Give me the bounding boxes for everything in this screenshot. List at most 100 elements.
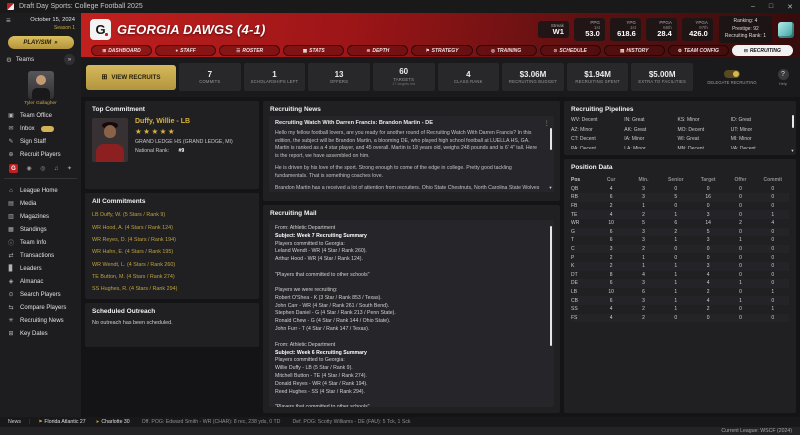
senior-cell: 1 <box>660 272 692 278</box>
maximize-button[interactable]: □ <box>769 3 773 11</box>
commitment-item[interactable]: SS Hughes, R. (4 Stars / Rank 294) <box>85 283 259 295</box>
nav-tab[interactable]: ◎ TRAINING <box>476 45 537 56</box>
minimize-button[interactable]: – <box>751 3 755 11</box>
ticker-item[interactable]: Off. POG: Edward Smith - WR (CHAR): 8 re… <box>140 419 281 425</box>
help-button[interactable]: ? Help <box>771 69 795 86</box>
sidebar-item[interactable]: ▊ Leaders <box>4 262 77 275</box>
coach-name: Tyler Gallagher <box>4 101 77 106</box>
mail-scrollbar[interactable] <box>550 226 552 346</box>
sidebar-item[interactable]: ✉ Inbox <box>4 122 77 135</box>
scheduled-outreach-title: Scheduled Outreach <box>85 303 259 318</box>
play-sim-button[interactable]: PLAY/SIM » <box>8 36 74 49</box>
nav-tab[interactable]: ▤ HISTORY <box>604 45 665 56</box>
help-icon: ? <box>778 69 789 80</box>
stat-cards: 7 COMMITS 1 SCHOLARSHIPS LEFT 13 OFFERS <box>179 63 693 91</box>
sidebar-item[interactable]: ⇆ Compare Players <box>4 301 77 314</box>
sidebar-item[interactable]: ▤ Media <box>4 197 77 210</box>
stat-card-value: 1 <box>272 70 276 80</box>
min-cell: 2 <box>627 315 659 321</box>
recruit-name[interactable]: Duffy, Willie - LB <box>135 118 233 125</box>
view-recruits-button[interactable]: ⊞ VIEW RECRUITS <box>86 65 176 90</box>
commitment-item[interactable]: TE Button, M. (4 Stars / Rank 274) <box>85 271 259 283</box>
scroll-down-icon[interactable]: ▼ <box>791 148 795 153</box>
sidebar-item[interactable]: ⌂ League Home <box>4 184 77 197</box>
offer-cell: 0 <box>724 212 756 218</box>
min-cell: 3 <box>627 298 659 304</box>
sidebar-item[interactable]: ▦ Standings <box>4 223 77 236</box>
commitment-item[interactable]: WR Hahn, E. (4 Stars / Rank 195) <box>85 246 259 258</box>
sidebar-item[interactable]: ⊙ Search Players <box>4 288 77 301</box>
nav-tab[interactable]: ▦ STATS <box>283 45 344 56</box>
nav-tab[interactable]: ⊞ DASHBOARD <box>91 45 152 56</box>
commitment-item[interactable]: LB Duffy, W. (5 Stars / Rank 9) <box>85 209 259 221</box>
ticker-item[interactable]: ➤ Charlotte 30 <box>96 419 130 425</box>
delegate-recruiting-toggle[interactable]: DELEGATE RECRUITING <box>696 70 768 85</box>
stat-card-label: SCHOLARSHIPS LEFT <box>251 79 299 84</box>
sidebar-item[interactable]: ▥ Magazines <box>4 210 77 223</box>
sidebar-item-icon: ⊞ <box>7 330 15 337</box>
offer-cell: 0 <box>724 289 756 295</box>
coach-avatar[interactable] <box>28 71 54 99</box>
sidebar-item[interactable]: ✳ Recruiting News <box>4 314 77 327</box>
nav-tab-label: STATS <box>309 48 325 54</box>
coach-icon[interactable]: ◉ <box>26 165 31 172</box>
mail-line: Leland Wendt - WR (4 Star / Rank 260). <box>275 248 542 256</box>
mail-from: From: Athletic Department <box>275 342 542 350</box>
sidebar-item[interactable]: ⊞ Key Dates <box>4 327 77 340</box>
cur-cell: 6 <box>595 194 627 200</box>
recruiting-mail-title: Recruiting Mail <box>263 205 560 220</box>
sidebar-item[interactable]: ⓘ Team Info <box>4 236 77 249</box>
sidebar-item[interactable]: ✎ Sign Staff <box>4 135 77 148</box>
sidebar-item-icon: ⊕ <box>7 151 15 158</box>
sidebar-item-label: Sign Staff <box>20 139 46 145</box>
pipeline-item: MO: Decent <box>678 127 731 133</box>
toggle-switch[interactable] <box>724 70 740 78</box>
nav-tab[interactable]: ⊙ SCHEDULE <box>540 45 601 56</box>
stat-chip: PPG 1st 53.0 <box>574 18 605 41</box>
pipeline-item: VA: Decent <box>731 146 784 150</box>
flag-icon: ➤ <box>96 419 100 425</box>
table-row: G 6 3 2 5 0 0 <box>571 228 789 237</box>
pipelines-scrollbar[interactable] <box>792 115 794 128</box>
commitment-item[interactable]: WR Wendt, L. (4 Stars / Rank 260) <box>85 259 259 271</box>
expand-teams-button[interactable]: » <box>64 54 75 65</box>
senior-cell: 1 <box>660 298 692 304</box>
media-icon[interactable]: ♫ <box>54 166 59 172</box>
nav-tab-label: TEAM CONFIG <box>684 48 719 54</box>
nav-tab[interactable]: ⚙ TEAM CONFIG <box>668 45 729 56</box>
sidebar-item[interactable]: ⊕ Recruit Players <box>4 148 77 161</box>
sidebar-item[interactable]: ◈ Almanac <box>4 275 77 288</box>
news-scrollbar[interactable] <box>550 128 552 150</box>
article-title[interactable]: Recruiting Watch With Darren Francis: Br… <box>275 120 542 126</box>
mail-subject[interactable]: Subject: Week 7 Recruiting Summary <box>275 233 542 241</box>
kebab-menu-icon[interactable]: ⋮ <box>544 119 551 127</box>
sidebar-item[interactable]: ⇄ Transactions <box>4 249 77 262</box>
ticker-item[interactable]: Def. POG: Scotty Williams - DE (FAU): 5 … <box>290 419 410 425</box>
target-cell: 3 <box>692 212 724 218</box>
nav-tab-icon: ⊟ <box>744 48 748 54</box>
roster-icon[interactable]: ◎ <box>40 165 45 172</box>
nav-tab[interactable]: ☰ ROSTER <box>219 45 280 56</box>
sidebar-item[interactable]: ▣ Team Office <box>4 109 77 122</box>
mail-subject[interactable]: Subject: Week 6 Recruiting Summary <box>275 350 542 358</box>
nav-tab[interactable]: ≋ DEPTH <box>347 45 408 56</box>
nav-tab[interactable]: ⊟ RECRUITING <box>732 45 793 56</box>
close-button[interactable]: ✕ <box>787 3 793 11</box>
team-logo-icon[interactable]: G <box>9 164 18 173</box>
news-article: Recruiting Watch With Darren Francis: Br… <box>269 116 554 192</box>
commitment-item[interactable]: WR Hood, A. (4 Stars / Rank 124) <box>85 221 259 233</box>
menu-icon[interactable]: ≡ <box>6 17 11 25</box>
commit-cell: 0 <box>757 255 789 261</box>
team-logo: G <box>90 19 111 40</box>
teams-row[interactable]: ⚙ Teams » <box>4 52 77 67</box>
sidebar-item-icon: ✳ <box>7 317 15 324</box>
scroll-down-icon[interactable]: ▼ <box>549 185 553 190</box>
nav-tab[interactable]: ⚑ STRATEGY <box>411 45 472 56</box>
sidebar-item-label: Key Dates <box>20 331 48 337</box>
ticker-item[interactable]: ⚑ Florida Atlantic 27 <box>38 419 85 425</box>
news-label[interactable]: News <box>8 419 21 425</box>
mail-line: "Players that committed to other schools… <box>275 272 542 280</box>
award-icon[interactable]: ✦ <box>67 165 72 172</box>
commitment-item[interactable]: WR Reyes, D. (4 Stars / Rank 194) <box>85 234 259 246</box>
nav-tab[interactable]: ● STAFF <box>155 45 216 56</box>
